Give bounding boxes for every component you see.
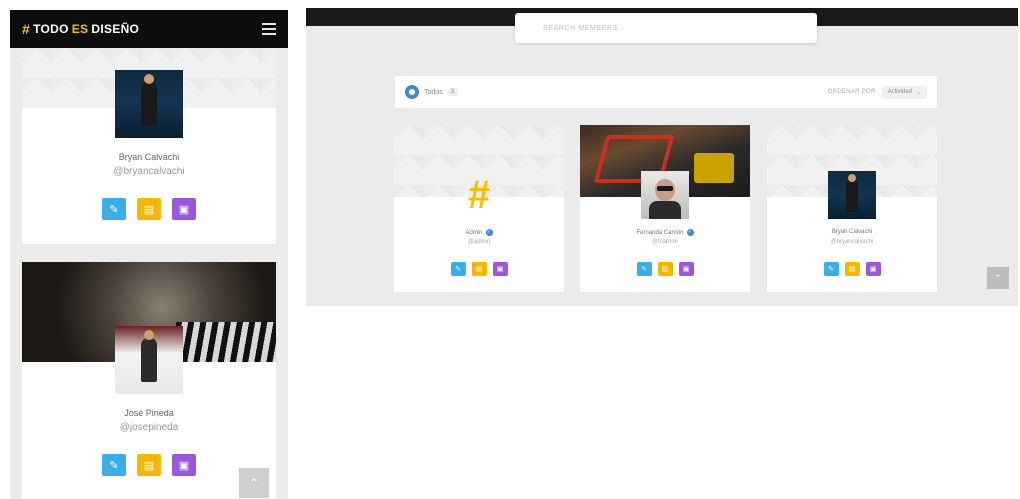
member-name[interactable]: Fernanda Carrión [636, 230, 683, 236]
filter-count: 3 [447, 88, 458, 96]
card-actions: ✎ ▤ ▣ [580, 262, 750, 276]
member-handle: @admin [467, 239, 491, 245]
chevron-up-icon: ⌃ [994, 272, 1002, 283]
chat-icon[interactable]: ▤ [471, 262, 487, 276]
member-name[interactable]: Admin [465, 230, 482, 236]
screenshot-stage: # TODO ES DISEÑO Bryan Calvachi @bryancalv… [0, 0, 1020, 499]
pencil-icon[interactable]: ✎ [636, 262, 652, 276]
member-handle: @bryancalvachi [830, 239, 874, 245]
desktop-view: Todos 3 ORDENAR POR Actividad ⌄ # Admin … [306, 8, 1018, 306]
member-name[interactable]: José Pineda [22, 408, 276, 418]
pencil-icon[interactable]: ✎ [823, 262, 839, 276]
chat-icon[interactable]: ▤ [844, 262, 860, 276]
logo-text-es: ES [71, 22, 89, 36]
logo-text-right: DISEÑO [91, 22, 140, 36]
member-name[interactable]: Bryan Calvachi [832, 229, 872, 235]
member-name-row: Fernanda Carrión ✓ [580, 229, 750, 236]
avatar[interactable] [828, 171, 876, 219]
member-card: Fernanda Carrión ✓ @fcarrion ✎ ▤ ▣ [580, 125, 750, 292]
card-actions: ✎ ▤ ▣ [22, 454, 276, 476]
sort-label: ORDENAR POR [827, 89, 876, 95]
member-handle: @josepineda [119, 422, 179, 433]
avatar[interactable] [115, 70, 183, 138]
member-handle: @bryancalvachi [113, 166, 185, 177]
member-name-row: Admin ✓ [394, 229, 564, 236]
member-card: Bryan Calvachi @bryancalvachi ✎ ▤ ▣ [767, 125, 937, 292]
member-card: José Pineda @josepineda ✎ ▤ ▣ [22, 262, 276, 499]
member-handle: @fcarrion [651, 239, 679, 245]
pencil-icon[interactable]: ✎ [450, 262, 466, 276]
verified-icon: ✓ [485, 229, 493, 236]
member-name-row: Bryan Calvachi [767, 229, 937, 235]
avatar[interactable] [641, 171, 689, 219]
top-bar: # TODO ES DISEÑO [10, 10, 288, 48]
chat-icon[interactable]: ▤ [137, 198, 161, 220]
chevron-up-icon: ⌃ [248, 476, 260, 490]
card-actions: ✎ ▤ ▣ [767, 262, 937, 276]
members-icon [405, 85, 419, 99]
logo-hash-icon: # [22, 21, 31, 37]
member-card: Bryan Calvachi @bryancalvachi ✎ ▤ ▣ [22, 48, 276, 244]
search-input[interactable] [543, 24, 789, 32]
member-name[interactable]: Bryan Calvachi [22, 152, 276, 162]
chevron-down-icon: ⌄ [915, 89, 921, 96]
filter-tab-all[interactable]: Todos 3 [405, 85, 458, 99]
hamburger-icon[interactable] [262, 23, 276, 35]
filter-label: Todos [424, 88, 443, 96]
avatar[interactable] [115, 326, 183, 394]
pencil-icon[interactable]: ✎ [102, 454, 126, 476]
chat-icon[interactable]: ▤ [657, 262, 673, 276]
avatar[interactable]: # [455, 171, 503, 219]
pencil-icon[interactable]: ✎ [102, 198, 126, 220]
member-card: # Admin ✓ @admin ✎ ▤ ▣ [394, 125, 564, 292]
logo-hash-icon: # [467, 173, 491, 217]
mobile-view: # TODO ES DISEÑO Bryan Calvachi @bryancalv… [10, 10, 288, 499]
logo-text-left: TODO [33, 22, 69, 36]
scroll-top-button[interactable]: ⌃ [239, 468, 269, 498]
card-icon[interactable]: ▣ [492, 262, 508, 276]
site-logo[interactable]: # TODO ES DISEÑO [22, 21, 139, 37]
scroll-top-button[interactable]: ⌃ [987, 267, 1009, 289]
sort-select[interactable]: Actividad ⌄ [881, 85, 927, 99]
sort-value: Actividad [887, 89, 912, 95]
chat-icon[interactable]: ▤ [137, 454, 161, 476]
card-icon[interactable]: ▣ [172, 454, 196, 476]
verified-icon: ✓ [686, 229, 694, 236]
sort-control: ORDENAR POR Actividad ⌄ [827, 85, 927, 99]
card-icon[interactable]: ▣ [865, 262, 881, 276]
card-actions: ✎ ▤ ▣ [394, 262, 564, 276]
search-box [515, 13, 817, 43]
card-icon[interactable]: ▣ [172, 198, 196, 220]
card-icon[interactable]: ▣ [678, 262, 694, 276]
card-actions: ✎ ▤ ▣ [22, 198, 276, 220]
filter-bar: Todos 3 ORDENAR POR Actividad ⌄ [395, 76, 937, 108]
